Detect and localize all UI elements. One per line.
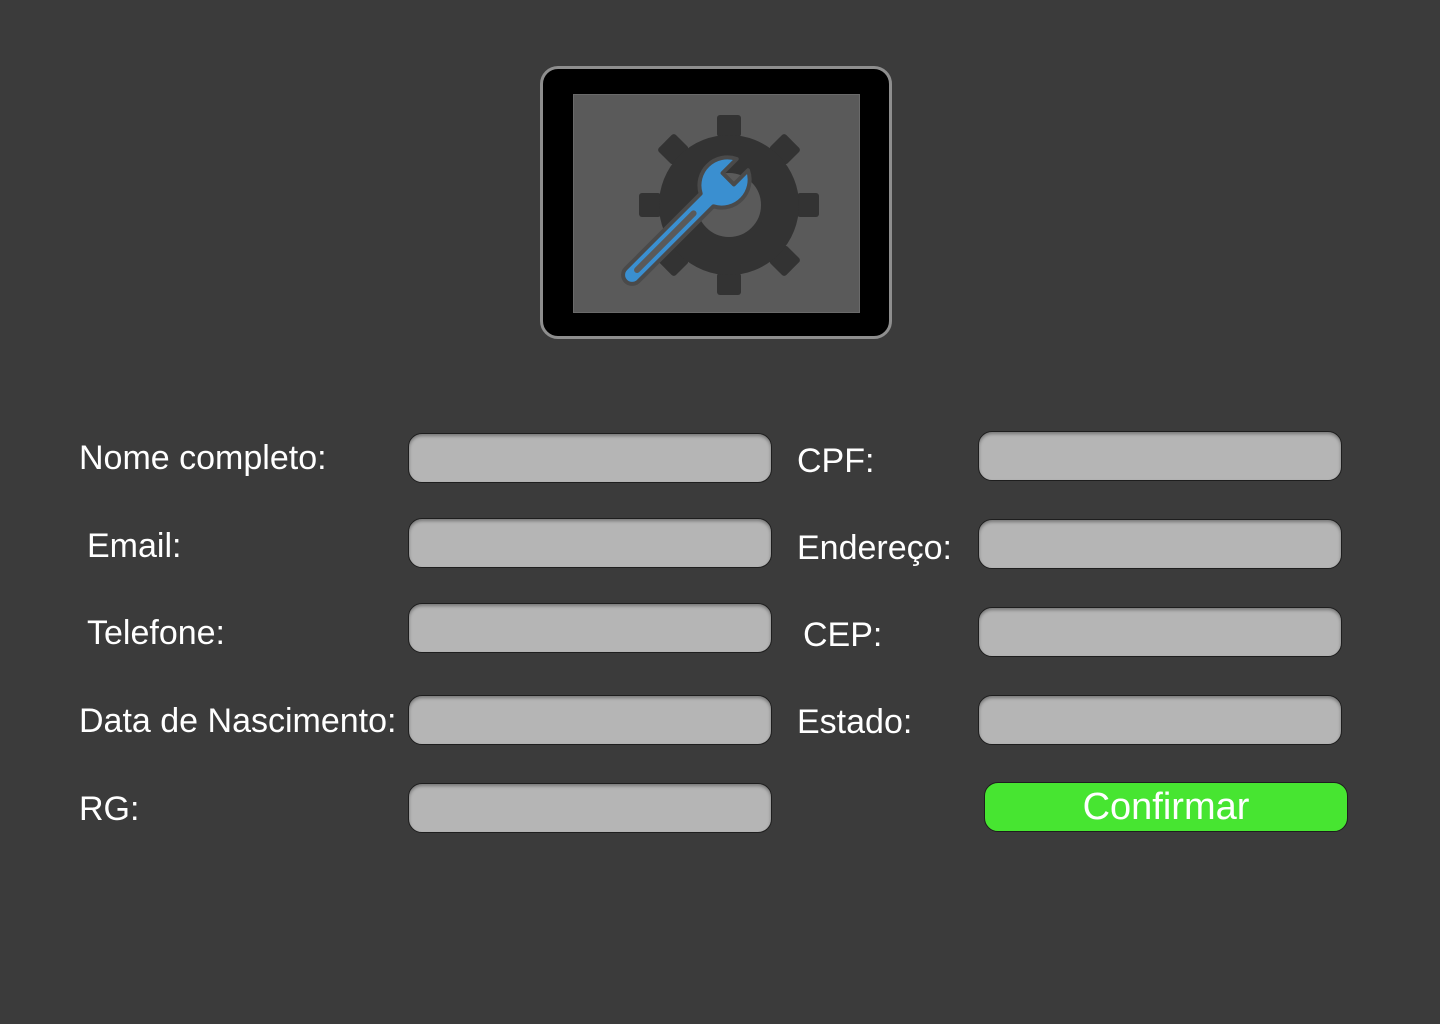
cep-label: CEP: xyxy=(803,616,883,654)
address-label: Endereço: xyxy=(797,529,952,567)
gear-wrench-icon xyxy=(621,115,819,295)
full-name-label: Nome completo: xyxy=(79,439,327,477)
app-logo xyxy=(540,66,892,339)
full-name-input[interactable] xyxy=(408,433,772,483)
address-input[interactable] xyxy=(978,519,1342,569)
cpf-label: CPF: xyxy=(797,442,875,480)
confirm-button[interactable]: Confirmar xyxy=(984,782,1348,832)
state-input[interactable] xyxy=(978,695,1342,745)
cpf-input[interactable] xyxy=(978,431,1342,481)
birth-date-input[interactable] xyxy=(408,695,772,745)
cep-input[interactable] xyxy=(978,607,1342,657)
birth-date-label: Data de Nascimento: xyxy=(79,702,397,740)
state-label: Estado: xyxy=(797,703,913,741)
phone-label: Telefone: xyxy=(87,614,225,652)
email-label: Email: xyxy=(87,527,182,565)
email-input[interactable] xyxy=(408,518,772,568)
phone-input[interactable] xyxy=(408,603,772,653)
logo-screen xyxy=(573,94,860,313)
rg-label: RG: xyxy=(79,790,140,828)
rg-input[interactable] xyxy=(408,783,772,833)
